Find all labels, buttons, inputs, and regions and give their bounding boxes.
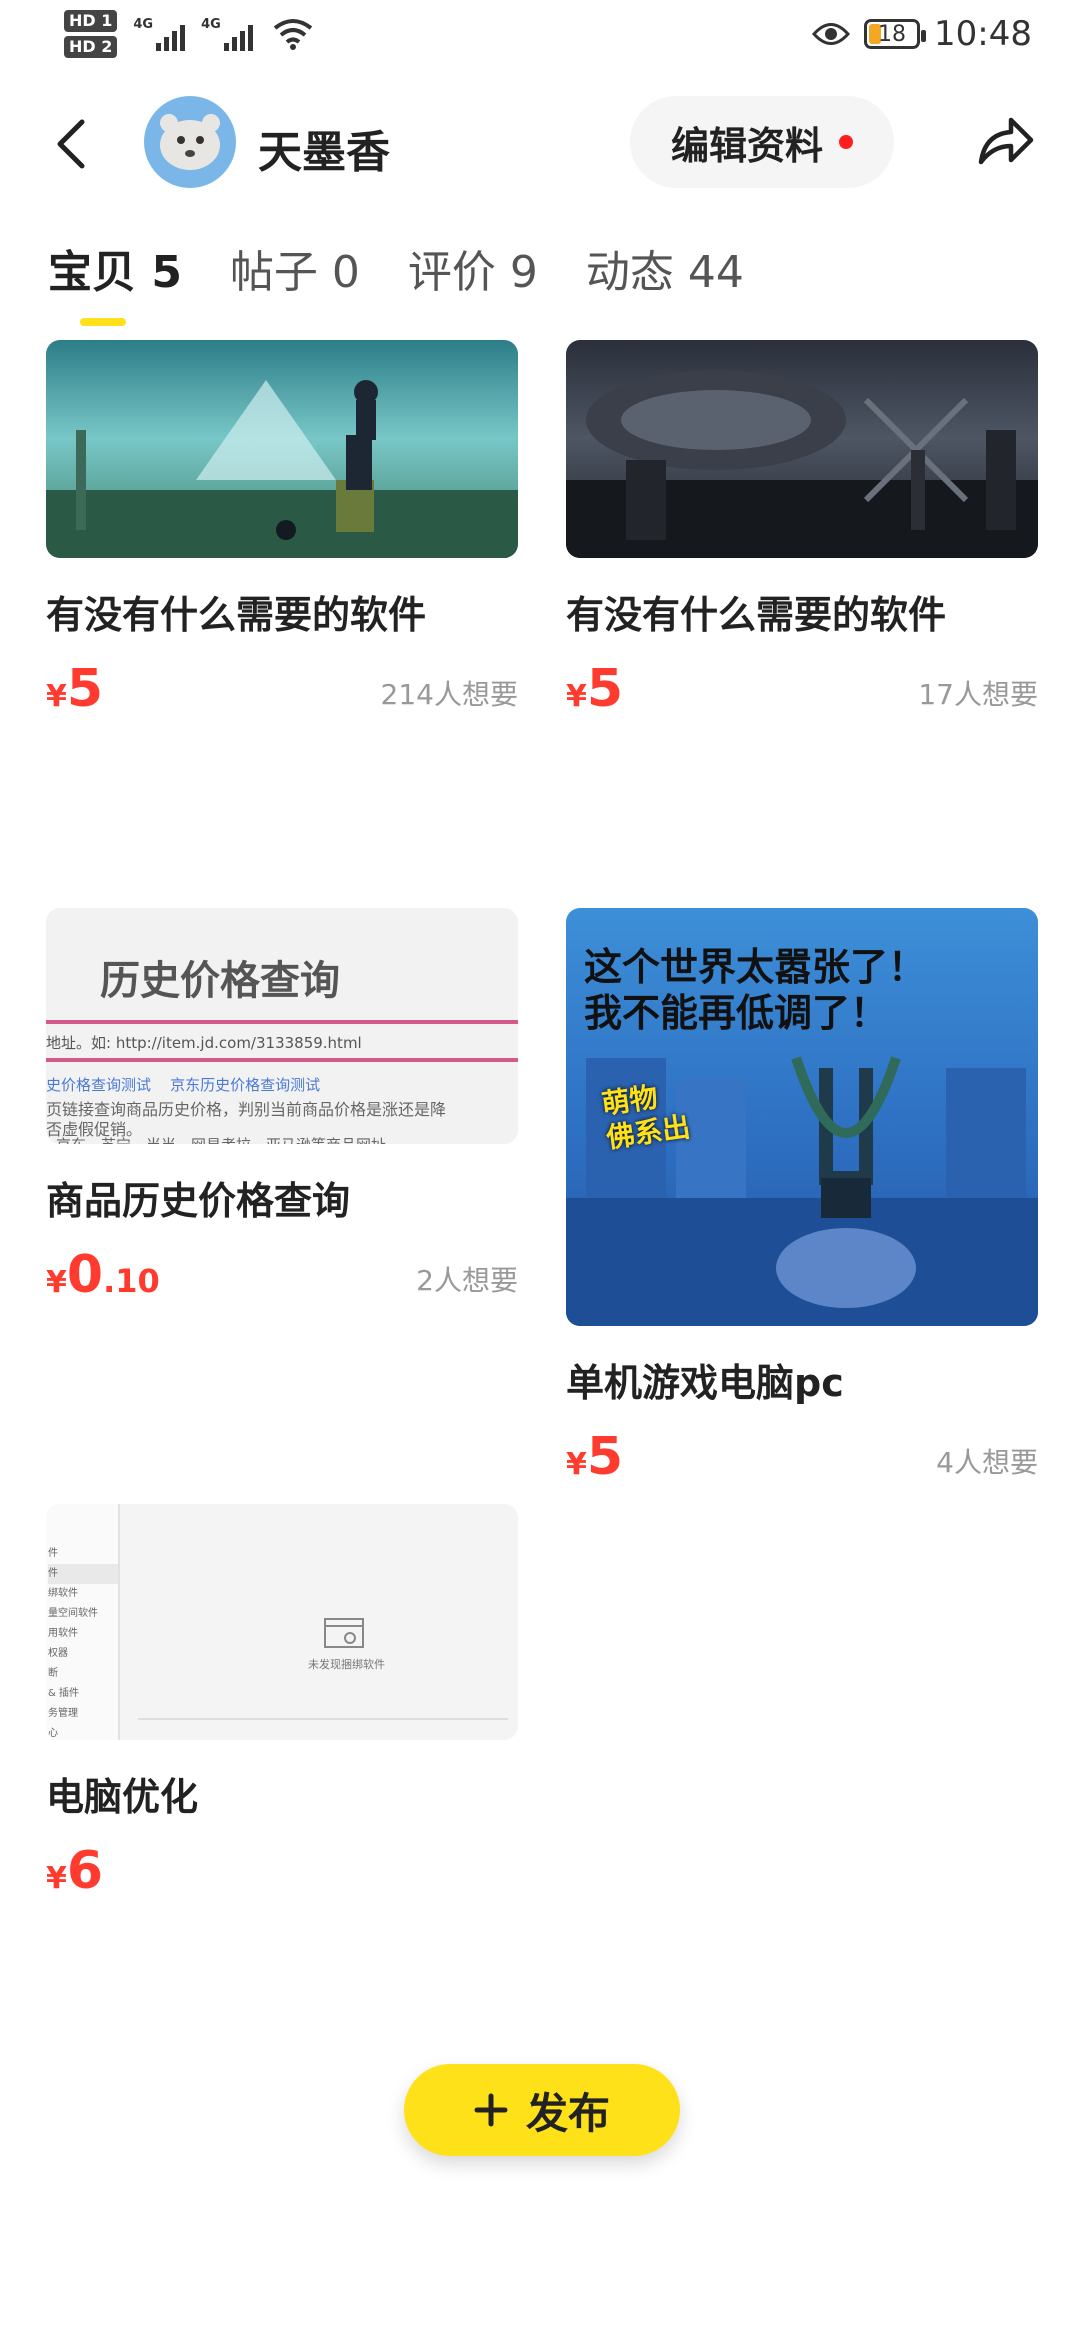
meme-line-2: 我不能再低调了！ [584, 991, 889, 1035]
tab-label: 宝贝 5 [48, 247, 182, 298]
empty-text: 未发现捆绑软件 [308, 1658, 385, 1671]
thumb-sidebar: 件 件 绑软件 量空间软件 用软件 权器 断 & 插件 务管理 心 [46, 1504, 120, 1740]
thumb-menu-item: 量空间软件 [48, 1608, 98, 1619]
product-card[interactable]: 有没有什么需要的软件 ¥5 17人想要 [566, 340, 1038, 727]
thumb-menu-item: 用软件 [48, 1628, 78, 1639]
product-title: 有没有什么需要的软件 [46, 593, 427, 637]
currency-symbol: ¥ [46, 1265, 67, 1300]
price: ¥0.10 [46, 1245, 160, 1305]
back-arrow-icon[interactable] [50, 116, 94, 172]
plus-icon [474, 2093, 508, 2127]
thumb-menu-item: 心 [48, 1728, 58, 1739]
price-integer: 0 [66, 1245, 104, 1305]
price-row: ¥6 [46, 1839, 518, 1909]
thumb-url: 地址。如: http://item.jd.com/3133859.html [46, 1034, 362, 1052]
thumb-desc: 京东、苏宁、当当、网易考拉、亚马逊等商品网址。 [56, 1134, 401, 1144]
want-count: 17人想要 [918, 678, 1038, 711]
want-count: 4人想要 [936, 1446, 1038, 1479]
thumb-menu: 件 件 绑软件 量空间软件 用软件 权器 断 & 插件 务管理 心 [46, 1504, 118, 1740]
tab-items[interactable]: 宝贝 5 [48, 236, 182, 326]
publish-label: 发布 [525, 2088, 610, 2138]
edit-profile-label: 编辑资料 [670, 123, 823, 168]
clock: 10:48 [934, 14, 1032, 54]
meme-sticker: 萌物 佛系出 [600, 1076, 693, 1155]
product-title: 有没有什么需要的软件 [566, 593, 947, 637]
tab-activity[interactable]: 动态 44 [586, 236, 744, 326]
active-tab-indicator [80, 318, 126, 326]
username: 天墨香 [258, 127, 390, 178]
tab-label: 帖子 0 [229, 247, 360, 298]
thumb-menu-item: 绑软件 [48, 1588, 78, 1599]
price-decimal: .10 [103, 1262, 160, 1300]
product-card[interactable]: 件 件 绑软件 量空间软件 用软件 权器 断 & 插件 务管理 心 未发现捆绑软… [46, 1504, 518, 1909]
product-card[interactable]: 有没有什么需要的软件 ¥5 214人想要 [46, 340, 518, 727]
network1-label: 4G [133, 17, 154, 32]
thumb-menu-item: 断 [48, 1668, 58, 1679]
divider [46, 1058, 518, 1062]
product-image: 这个世界太嚣张了！ 我不能再低调了！ 萌物 佛系出 [566, 908, 1038, 1326]
network2-label: 4G [201, 17, 221, 32]
price-integer: 6 [66, 1841, 104, 1901]
battery-level: 18 [878, 21, 907, 47]
price-row: ¥5 4人想要 [566, 1425, 1038, 1495]
profile-header: 天墨香 编辑资料 [0, 96, 1080, 192]
price: ¥5 [566, 659, 623, 719]
currency-symbol: ¥ [46, 1861, 67, 1896]
product-card[interactable]: 这个世界太嚣张了！ 我不能再低调了！ 萌物 佛系出 单机游戏电脑pc ¥5 4人… [566, 908, 1038, 1495]
eye-icon [812, 23, 851, 45]
signal-icon: 4G [133, 17, 186, 51]
price-row: ¥0.10 2人想要 [46, 1243, 518, 1313]
empty-box-icon [324, 1618, 364, 1648]
publish-button[interactable]: 发布 [404, 2064, 680, 2156]
price-integer: 5 [586, 659, 624, 719]
status-right: 18 10:48 [812, 14, 1032, 54]
sim1-badge: HD 1 [64, 10, 118, 32]
product-image [566, 340, 1038, 558]
want-count: 214人想要 [380, 678, 518, 711]
thumb-menu-item: 权器 [48, 1648, 68, 1659]
tab-label: 评价 9 [407, 247, 538, 298]
thumb-menu-item: 件 [48, 1548, 58, 1559]
battery-icon: 18 [864, 19, 927, 49]
sim-badges: HD 1 HD 2 [64, 10, 118, 58]
divider [46, 1020, 518, 1024]
price-integer: 5 [586, 1427, 624, 1487]
share-icon[interactable] [975, 114, 1035, 170]
product-image: 件 件 绑软件 量空间软件 用软件 权器 断 & 插件 务管理 心 未发现捆绑软… [46, 1504, 518, 1740]
avatar[interactable] [144, 96, 236, 188]
sim2-badge: HD 2 [64, 36, 118, 58]
currency-symbol: ¥ [566, 679, 587, 714]
price: ¥6 [46, 1841, 103, 1901]
product-title: 电脑优化 [46, 1775, 199, 1819]
status-left: HD 1 HD 2 4G 4G [64, 10, 313, 58]
tab-label: 动态 44 [585, 247, 744, 298]
thumb-links: 史价格查询测试 京东历史价格查询测试 [46, 1076, 321, 1094]
divider [138, 1718, 508, 1720]
wifi-icon [273, 19, 313, 50]
currency-symbol: ¥ [566, 1447, 587, 1482]
product-title: 商品历史价格查询 [46, 1179, 351, 1223]
price-row: ¥5 17人想要 [566, 657, 1038, 727]
product-title: 单机游戏电脑pc [566, 1361, 844, 1405]
signal-icon-2: 4G [201, 17, 253, 51]
price: ¥5 [46, 659, 103, 719]
thumb-menu-item: & 插件 [48, 1688, 79, 1699]
price-row: ¥5 214人想要 [46, 657, 518, 727]
want-count: 2人想要 [416, 1264, 518, 1297]
profile-tabs: 宝贝 5 帖子 0 评价 9 动态 44 [48, 236, 744, 326]
tab-posts[interactable]: 帖子 0 [230, 236, 360, 326]
price-integer: 5 [66, 659, 104, 719]
thumb-menu-item: 务管理 [48, 1708, 78, 1719]
status-bar: HD 1 HD 2 4G 4G 18 10:48 [0, 0, 1080, 80]
notification-dot [839, 135, 853, 149]
thumb-menu-item: 件 [48, 1564, 118, 1584]
product-image: 历史价格查询 地址。如: http://item.jd.com/3133859.… [46, 908, 518, 1144]
edit-profile-button[interactable]: 编辑资料 [630, 96, 894, 188]
tab-reviews[interactable]: 评价 9 [408, 236, 538, 326]
product-card[interactable]: 历史价格查询 地址。如: http://item.jd.com/3133859.… [46, 908, 518, 1313]
currency-symbol: ¥ [46, 679, 67, 714]
price: ¥5 [566, 1427, 623, 1487]
product-image [46, 340, 518, 558]
thumb-heading: 历史价格查询 [100, 958, 340, 1004]
